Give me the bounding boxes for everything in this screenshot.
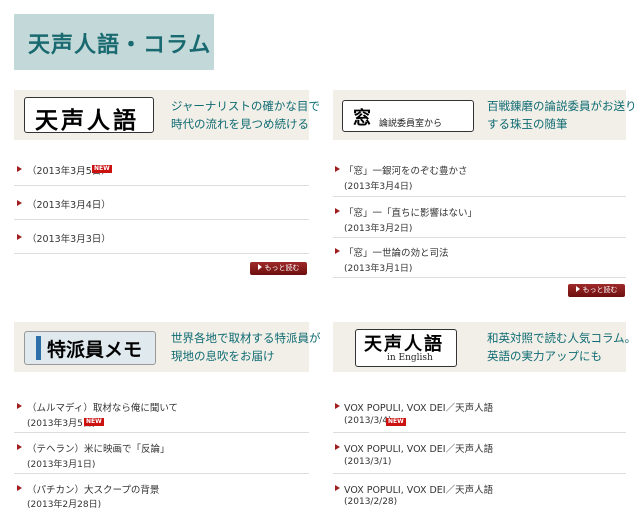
tensei-logo-text: 天声人語 [35,107,139,133]
tensei-desc-line1: ジャーナリストの確かな目で [171,99,320,113]
arrow-icon [335,208,340,214]
section-title-box: 天声人語・コラム [14,14,214,70]
divider [14,432,309,433]
arrow-icon [17,485,22,491]
new-badge: NEW [84,418,104,426]
new-badge: NEW [92,165,112,173]
divider [333,277,626,278]
arrow-icon [335,248,340,254]
arrow-icon [17,444,22,450]
divider [333,237,626,238]
divider [333,473,626,474]
tokuha-banner[interactable]: 特派員メモ 世界各地で取材する特派員が 現地の息吹をお届け [14,322,321,372]
mado-logo-subtext: 論説委員室から [379,119,443,129]
english-banner[interactable]: 天声人語 in English 和英対照で読む人気コラム。 英語の実力アップにも [333,322,636,372]
divider [14,253,309,254]
divider [14,473,309,474]
tokuha-item-2-text[interactable]: （テヘラン）米に映画で「反論」 [27,441,170,455]
arrow-icon [17,200,22,206]
english-desc-line1: 和英対照で読む人気コラム。 [487,331,637,345]
mado-desc-line2: する珠玉の随筆 [487,117,568,131]
tensei-item-2-text[interactable]: （2013年3月4日） [27,197,111,211]
tokuha-item-3-date: (2013年2月28日) [27,500,102,510]
tokuha-desc-line1: 世界各地で取材する特派員が [171,331,321,345]
mado-banner[interactable]: 窓 論説委員室から 百戦錬磨の論説委員がお送り する珠玉の随筆 [333,90,637,140]
english-logo-subtext: in English [387,353,433,363]
tokuha-logo-text: 特派員メモ [47,339,143,361]
more-label: もっと読む [582,286,618,294]
new-badge: NEW [386,418,406,426]
mado-item-2-text[interactable]: 「窓」一「直ちに影響はない」 [344,205,477,219]
tokuha-item-1-text[interactable]: （ムルマディ）取材なら俺に聞いて [27,400,178,414]
page-title: 天声人語・コラム [28,33,212,58]
english-item-1-date: (2013/3/4) [344,416,392,426]
mado-item-1-text[interactable]: 「窓」一銀河をのぞむ豊かさ [344,163,468,177]
tensei-desc-line2: 時代の流れを見つめ続ける [171,117,309,131]
tensei-logo[interactable]: 天声人語 [24,97,154,133]
tensei-banner[interactable]: 天声人語 ジャーナリストの確かな目で 時代の流れを見つめ続ける [14,90,320,140]
mado-more-button[interactable]: もっと読む [568,284,625,297]
arrow-icon [335,485,340,491]
english-item-2-text[interactable]: VOX POPULI, VOX DEI／天声人語 [344,441,493,455]
divider [333,196,626,197]
tokuha-logo[interactable]: 特派員メモ [24,331,156,365]
english-desc-line2: 英語の実力アップにも [487,349,602,363]
mado-item-3-text[interactable]: 「窓」一世論の効と司法 [344,245,449,259]
english-item-3-text[interactable]: VOX POPULI, VOX DEI／天声人語 [344,482,493,496]
mado-logo[interactable]: 窓 論説委員室から [342,100,474,132]
tokuha-desc-line2: 現地の息吹をお届け [171,349,275,363]
play-icon [257,264,262,270]
more-label: もっと読む [264,264,300,272]
arrow-icon [17,403,22,409]
mado-item-2-date: (2013年3月2日) [344,224,413,234]
english-item-2-date: (2013/3/1) [344,457,392,467]
english-item-1-text[interactable]: VOX POPULI, VOX DEI／天声人語 [344,400,493,414]
english-logo[interactable]: 天声人語 in English [355,329,457,367]
arrow-icon [335,403,340,409]
tensei-item-3-text[interactable]: （2013年3月3日） [27,231,111,245]
english-item-3-date: (2013/2/28) [344,497,398,507]
logo-accent-bar [36,336,41,360]
tokuha-item-3-text[interactable]: （パチカン）大スクープの背景 [27,482,159,496]
arrow-icon [17,234,22,240]
divider [14,185,309,186]
mado-logo-text: 窓 [353,108,371,129]
arrow-icon [335,166,340,172]
mado-desc-line1: 百戦錬磨の論説委員がお送り [487,99,637,113]
mado-item-3-date: (2013年3月1日) [344,264,413,274]
mado-item-1-date: (2013年3月4日) [344,182,413,192]
tensei-more-button[interactable]: もっと読む [250,262,307,275]
play-icon [575,286,580,292]
divider [14,219,309,220]
tokuha-item-2-date: (2013年3月1日) [27,460,96,470]
divider [333,432,626,433]
arrow-icon [335,444,340,450]
arrow-icon [17,166,22,172]
